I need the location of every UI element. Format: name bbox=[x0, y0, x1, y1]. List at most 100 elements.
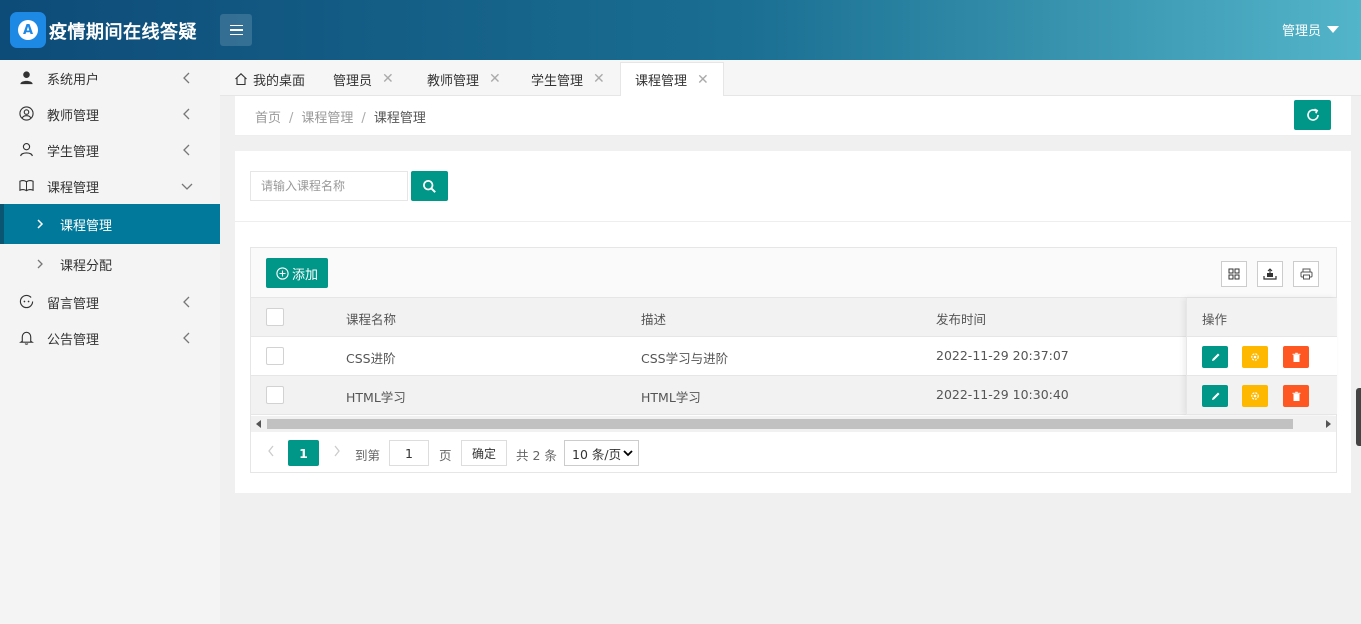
course-desc-cell: HTML学习 bbox=[641, 390, 701, 405]
page-unit-label: 页 bbox=[439, 448, 452, 463]
chevron-left-icon bbox=[183, 108, 190, 120]
horizontal-scrollbar[interactable] bbox=[251, 416, 1336, 432]
chevron-right-icon bbox=[37, 259, 43, 269]
edit-button[interactable] bbox=[1202, 346, 1228, 368]
table-row: HTML学习 HTML学习 2022-11-29 10:30:40 bbox=[251, 376, 1336, 415]
course-name-cell: HTML学习 bbox=[346, 390, 406, 405]
close-icon[interactable]: ✕ bbox=[697, 72, 709, 88]
columns-filter-button[interactable] bbox=[1221, 261, 1247, 287]
delete-button[interactable] bbox=[1283, 385, 1309, 407]
search-icon bbox=[422, 179, 436, 193]
row-checkbox[interactable] bbox=[266, 386, 284, 404]
tab-courses[interactable]: 课程管理 ✕ bbox=[620, 62, 724, 96]
column-header-name[interactable]: 课程名称 bbox=[346, 309, 396, 328]
app-logo: A bbox=[10, 12, 46, 48]
breadcrumb-home[interactable]: 首页 bbox=[255, 111, 281, 126]
sidebar-subitem-course-assignment[interactable]: 课程分配 bbox=[0, 244, 220, 284]
goto-confirm-button[interactable]: 确定 bbox=[461, 440, 507, 466]
menu-toggle-button[interactable] bbox=[220, 14, 252, 46]
close-icon[interactable]: ✕ bbox=[593, 71, 605, 87]
column-header-desc[interactable]: 描述 bbox=[641, 309, 666, 328]
next-page-icon[interactable] bbox=[333, 445, 341, 457]
content-card: 添加 课程名称 描述 发布时间 CSS进阶 CSS学习与进阶 2022-11-2… bbox=[235, 151, 1351, 493]
sidebar-item-messages[interactable]: 留言管理 bbox=[0, 284, 220, 320]
page-size-select[interactable]: 10 条/页 bbox=[564, 440, 639, 466]
user-name: 管理员 bbox=[1281, 24, 1321, 39]
divider bbox=[235, 221, 1351, 222]
pencil-icon bbox=[1211, 353, 1219, 361]
user-menu[interactable]: 管理员 bbox=[1282, 20, 1339, 39]
scroll-left-icon[interactable] bbox=[256, 420, 261, 428]
row-actions bbox=[1187, 337, 1337, 376]
refresh-icon bbox=[1306, 108, 1319, 121]
table-toolbar: 添加 bbox=[251, 248, 1336, 298]
breadcrumb-parent[interactable]: 课程管理 bbox=[301, 111, 353, 126]
edit-button[interactable] bbox=[1202, 385, 1228, 407]
gear-icon bbox=[1251, 392, 1259, 400]
print-icon bbox=[1300, 268, 1312, 280]
table-row: CSS进阶 CSS学习与进阶 2022-11-29 20:37:07 bbox=[251, 337, 1336, 376]
hamburger-icon bbox=[229, 24, 243, 27]
caret-down-icon bbox=[1327, 26, 1339, 33]
prev-page-icon[interactable] bbox=[267, 445, 275, 457]
gear-icon bbox=[1251, 353, 1259, 361]
chevron-left-icon bbox=[183, 144, 190, 156]
course-search-input[interactable] bbox=[250, 171, 408, 201]
add-course-button[interactable]: 添加 bbox=[266, 258, 328, 288]
settings-button[interactable] bbox=[1242, 385, 1268, 407]
trash-icon bbox=[1292, 352, 1300, 362]
print-button[interactable] bbox=[1293, 261, 1319, 287]
refresh-button[interactable] bbox=[1294, 100, 1331, 130]
user-outline-icon bbox=[20, 143, 33, 157]
sidebar-item-teachers[interactable]: 教师管理 bbox=[0, 96, 220, 132]
actions-column: 操作 bbox=[1186, 298, 1337, 415]
course-time-cell: 2022-11-29 20:37:07 bbox=[936, 348, 1069, 363]
course-time-cell: 2022-11-29 10:30:40 bbox=[936, 387, 1069, 402]
column-header-time[interactable]: 发布时间 bbox=[936, 309, 986, 328]
tab-students[interactable]: 学生管理 ✕ bbox=[531, 62, 605, 96]
chevron-left-icon bbox=[183, 72, 190, 84]
sidebar-item-students[interactable]: 学生管理 bbox=[0, 132, 220, 168]
grid-icon bbox=[1228, 268, 1240, 280]
delete-button[interactable] bbox=[1283, 346, 1309, 368]
goto-label: 到第 bbox=[355, 448, 381, 463]
current-page[interactable]: 1 bbox=[288, 440, 319, 466]
breadcrumb-bar: 首页 / 课程管理 / 课程管理 bbox=[235, 96, 1351, 136]
breadcrumb: 首页 / 课程管理 / 课程管理 bbox=[255, 111, 426, 126]
row-actions bbox=[1187, 376, 1337, 415]
row-checkbox[interactable] bbox=[266, 347, 284, 365]
sidebar-item-courses[interactable]: 课程管理 bbox=[0, 168, 220, 204]
user-solid-icon bbox=[20, 71, 33, 85]
breadcrumb-current: 课程管理 bbox=[373, 111, 426, 126]
course-desc-cell: CSS学习与进阶 bbox=[641, 351, 729, 366]
export-icon bbox=[1263, 268, 1277, 280]
export-button[interactable] bbox=[1257, 261, 1283, 287]
scroll-right-icon[interactable] bbox=[1326, 420, 1331, 428]
sidebar-item-system-users[interactable]: 系统用户 bbox=[0, 60, 220, 96]
close-icon[interactable]: ✕ bbox=[489, 71, 501, 87]
table-header-row: 课程名称 描述 发布时间 bbox=[251, 298, 1336, 337]
tab-admins[interactable]: 管理员 ✕ bbox=[333, 62, 394, 96]
tab-my-desktop[interactable]: 我的桌面 bbox=[234, 62, 305, 96]
trash-icon bbox=[1292, 391, 1300, 401]
chevron-down-icon bbox=[623, 450, 633, 457]
select-all-checkbox[interactable] bbox=[266, 308, 284, 326]
chevron-left-icon bbox=[183, 296, 190, 308]
settings-button[interactable] bbox=[1242, 346, 1268, 368]
sidebar: 系统用户 教师管理 学生管理 课程管理 课程管理 课程分配 留言管理 公告管理 bbox=[0, 60, 220, 624]
sidebar-subitem-course-management[interactable]: 课程管理 bbox=[0, 204, 220, 244]
app-title: 疫情期间在线答疑 bbox=[49, 22, 197, 43]
search-button[interactable] bbox=[411, 171, 448, 201]
goto-page-input[interactable] bbox=[389, 440, 429, 466]
chevron-down-icon bbox=[181, 183, 193, 190]
total-count: 共 2 条 bbox=[516, 448, 557, 463]
logo-letter: A bbox=[18, 20, 38, 40]
sidebar-item-announcements[interactable]: 公告管理 bbox=[0, 320, 220, 356]
side-scroll-handle[interactable] bbox=[1356, 388, 1361, 446]
pagination: 1 到第 页 确定 共 2 条 10 条/页 bbox=[251, 432, 1336, 472]
course-name-cell: CSS进阶 bbox=[346, 351, 396, 366]
scrollbar-thumb[interactable] bbox=[267, 419, 1293, 429]
close-icon[interactable]: ✕ bbox=[382, 71, 394, 87]
tab-teachers[interactable]: 教师管理 ✕ bbox=[427, 62, 501, 96]
home-icon bbox=[235, 73, 247, 86]
